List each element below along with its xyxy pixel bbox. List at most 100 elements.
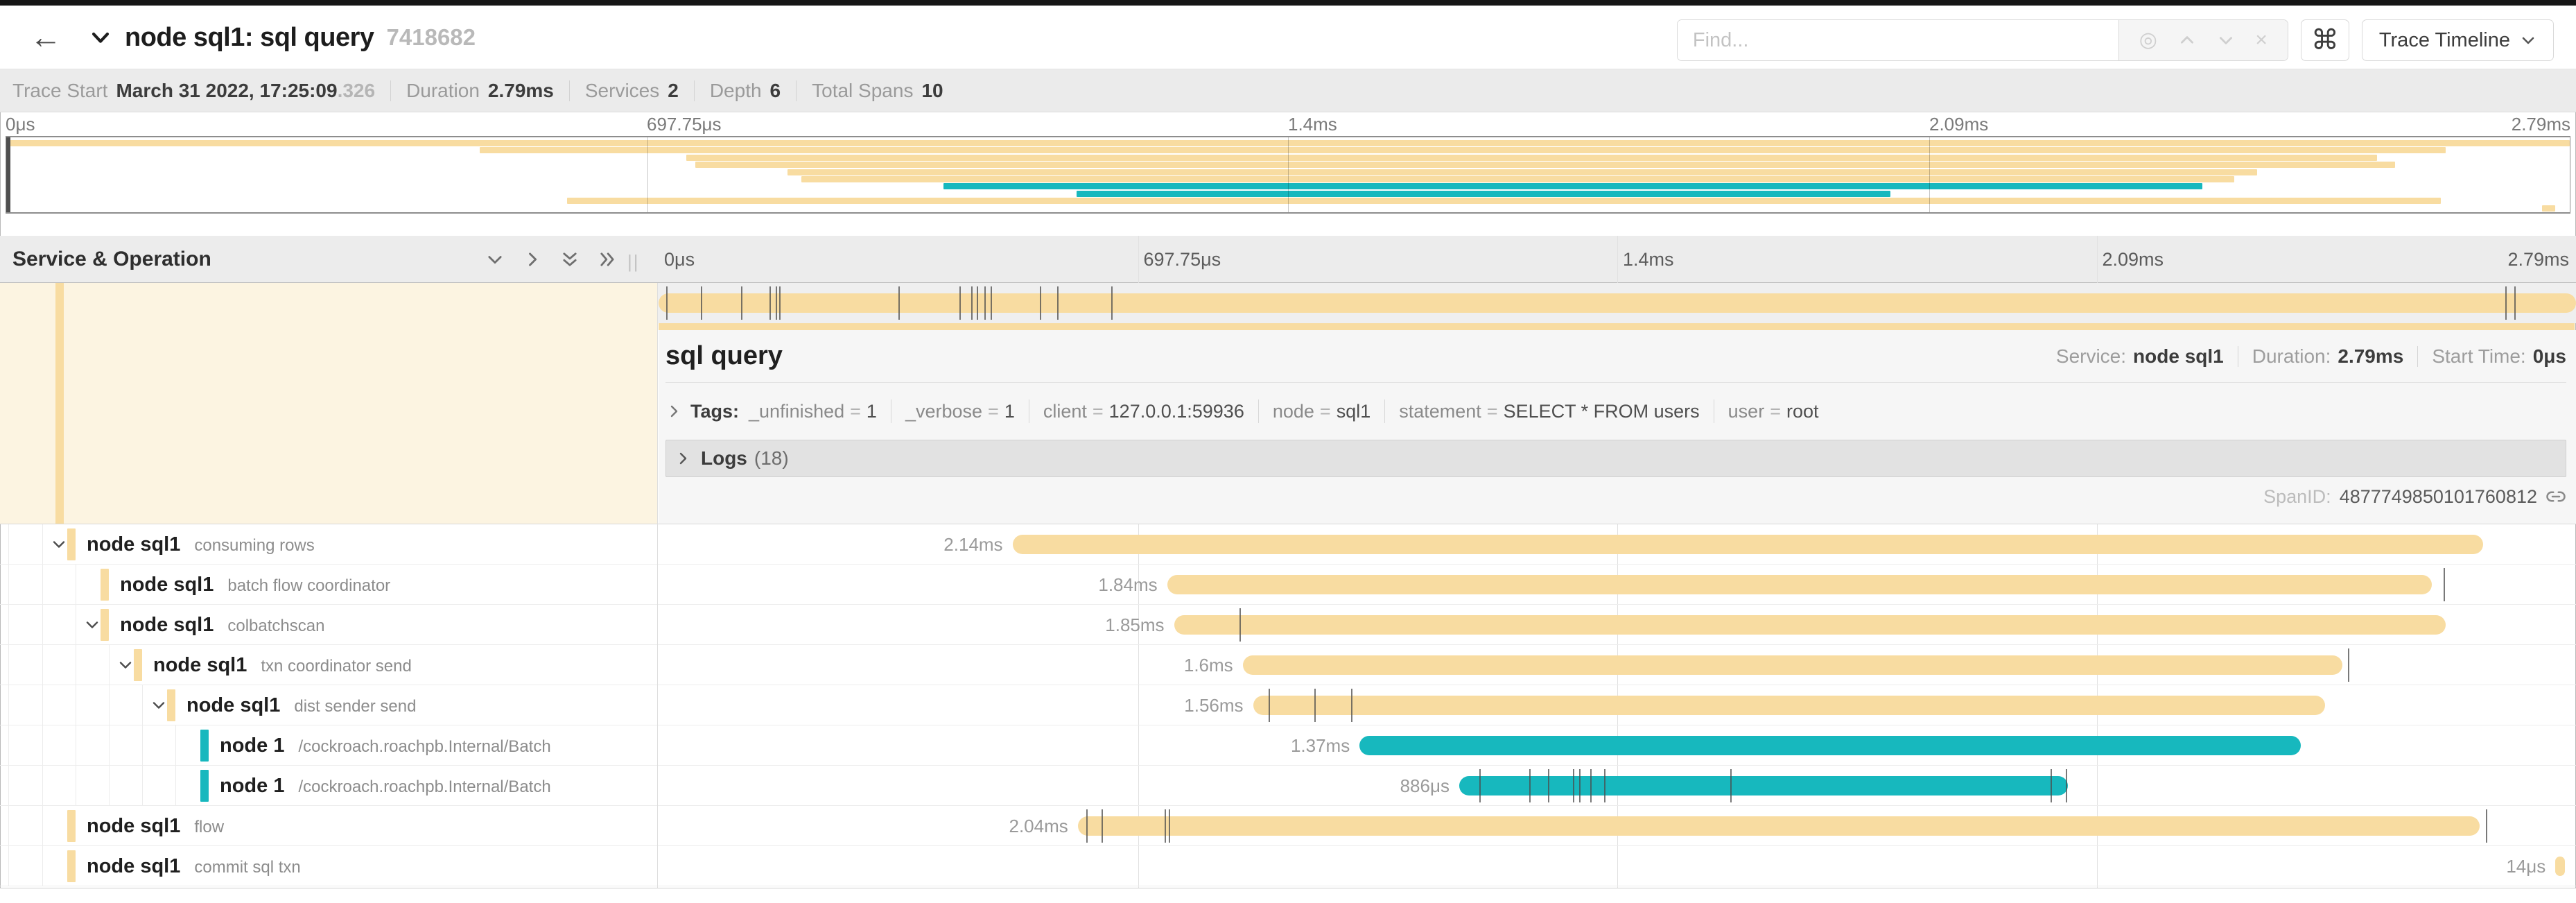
minimap-scrubber-handle[interactable] <box>6 137 10 212</box>
span-bar[interactable] <box>1459 776 2068 796</box>
locate-icon[interactable]: ◎ <box>2139 30 2157 51</box>
span-color-bar <box>67 850 76 882</box>
tree-row-txn-coordinator-send[interactable]: node sql1txn coordinator send <box>0 645 657 685</box>
span-bar-row[interactable]: 886μs <box>659 766 2576 805</box>
tags-accordion[interactable]: Tags: _unfinished=1_verbose=1client=127.… <box>665 383 2566 440</box>
expand-all-icon[interactable] <box>598 250 617 269</box>
span-row: node sql1consuming rows 2.14ms <box>0 524 2576 565</box>
span-color-bar <box>101 609 109 641</box>
tree-row-flow[interactable]: node sql1flow <box>0 806 657 845</box>
span-bar[interactable] <box>2555 857 2565 876</box>
log-tick-mark <box>2514 286 2516 320</box>
log-tick-mark <box>2486 809 2487 843</box>
tree-chevron-down-icon[interactable] <box>117 657 134 673</box>
log-tick-mark <box>959 286 961 320</box>
span-duration-label: 2.14ms <box>943 524 1012 565</box>
tree-row-consuming-rows[interactable]: node sql1consuming rows <box>0 524 657 564</box>
timeline-ruler-tick: 2.79ms <box>2507 236 2569 283</box>
logs-accordion[interactable]: Logs (18) <box>665 440 2566 477</box>
span-bar-row[interactable]: 1.56ms <box>659 685 2576 725</box>
operation-name: consuming rows <box>194 536 314 555</box>
service-name: node 1/cockroach.roachpb.Internal/Batch <box>220 725 551 767</box>
span-color-bar <box>200 770 209 802</box>
span-bar-row[interactable]: 1.6ms <box>659 645 2576 685</box>
log-tick-mark <box>769 286 771 320</box>
trace-minimap[interactable] <box>6 136 2570 214</box>
span-bar-row[interactable]: 2.14ms <box>659 524 2576 564</box>
tree-chevron-down-icon[interactable] <box>84 617 101 633</box>
log-tick-mark <box>1111 286 1113 320</box>
expand-one-icon[interactable] <box>523 250 542 269</box>
log-tick-mark <box>1102 809 1103 843</box>
service-name: node sql1batch flow coordinator <box>120 565 390 606</box>
detail-panel-left-tint <box>0 283 657 524</box>
span-duration-label: 14μs <box>2506 846 2555 886</box>
span-bar-row[interactable]: 14μs <box>659 846 2576 886</box>
span-bar-row[interactable]: 1.85ms <box>659 605 2576 644</box>
minimap-span-bar <box>480 147 2446 153</box>
collapse-one-icon[interactable] <box>485 250 505 269</box>
span-bar-row[interactable]: 2.04ms <box>659 806 2576 845</box>
log-tick-mark <box>2066 769 2067 802</box>
services-value: 2 <box>668 80 679 102</box>
span-bar[interactable] <box>1359 736 2301 755</box>
column-resize-grip[interactable]: || <box>627 251 640 273</box>
timeline-ruler-tick: 0μs <box>659 236 695 283</box>
log-tick-mark <box>984 286 986 320</box>
minimap-span-bar <box>1077 191 1890 197</box>
operation-name: dist sender send <box>294 697 416 716</box>
span-bar[interactable] <box>1167 575 2432 594</box>
span-color-bar <box>67 528 76 560</box>
tree-row-dist-sender-send[interactable]: node sql1dist sender send <box>0 685 657 725</box>
tree-row--cockroach-roachpb-internal-batch[interactable]: node 1/cockroach.roachpb.Internal/Batch <box>0 766 657 805</box>
collapse-all-icon[interactable] <box>560 250 580 269</box>
log-tick-mark <box>898 286 900 320</box>
span-bar-row[interactable]: 1.37ms <box>659 725 2576 765</box>
minimap-ruler-tick: 697.75μs <box>647 114 722 135</box>
duration-label: Duration <box>406 80 480 102</box>
log-tick-mark <box>1573 769 1574 802</box>
trace-header: ← node sql1: sql query 7418682 ◎ × <box>0 6 2576 69</box>
log-tick-mark <box>666 286 668 320</box>
tree-row--cockroach-roachpb-internal-batch[interactable]: node 1/cockroach.roachpb.Internal/Batch <box>0 725 657 765</box>
span-bar[interactable] <box>1078 816 2480 836</box>
find-next-icon[interactable] <box>2217 31 2235 49</box>
span-bar[interactable] <box>1253 696 2326 715</box>
tree-row-batch-flow-coordinator[interactable]: node sql1batch flow coordinator <box>0 565 657 604</box>
find-nav-controls: ◎ × <box>2118 20 2288 60</box>
tree-chevron-down-icon[interactable] <box>51 536 67 553</box>
log-tick-mark <box>2051 769 2052 802</box>
span-bar[interactable] <box>659 293 2576 313</box>
log-tick-mark <box>779 286 781 320</box>
span-bar[interactable] <box>1243 655 2342 675</box>
keyboard-shortcuts-button[interactable]: ⌘ <box>2301 19 2349 61</box>
span-bar[interactable] <box>1013 535 2484 554</box>
find-prev-icon[interactable] <box>2178 31 2196 49</box>
find-clear-icon[interactable]: × <box>2255 30 2268 51</box>
chevron-right-icon <box>675 450 691 467</box>
tag-item-_unfinished: _unfinished=1 <box>749 401 877 422</box>
service-name: node sql1flow <box>87 806 224 848</box>
log-tick-mark <box>701 286 702 320</box>
back-button[interactable]: ← <box>24 21 68 54</box>
span-color-bar <box>55 283 64 524</box>
depth-label: Depth <box>710 80 762 102</box>
log-tick-mark <box>1314 689 1316 722</box>
span-color-bar <box>67 810 76 842</box>
view-selector-button[interactable]: Trace Timeline <box>2362 19 2554 61</box>
copy-link-icon[interactable] <box>2545 486 2566 507</box>
tree-row-colbatchscan[interactable]: node sql1colbatchscan <box>0 605 657 644</box>
operation-name: txn coordinator send <box>261 657 411 676</box>
operation-name: flow <box>194 818 224 836</box>
span-bar-row[interactable]: 1.84ms <box>659 565 2576 604</box>
tree-row-commit-sql-txn[interactable]: node sql1commit sql txn <box>0 846 657 886</box>
find-input[interactable] <box>1678 20 2118 60</box>
tree-chevron-down-icon[interactable] <box>150 697 167 714</box>
span-duration-label: 1.56ms <box>1184 685 1253 725</box>
trace-id: 7418682 <box>387 24 476 51</box>
span-row: node sql1batch flow coordinator 1.84ms <box>0 565 2576 605</box>
span-bar[interactable] <box>1174 615 2446 635</box>
span-duration-label: 2.04ms <box>1009 806 1077 846</box>
span-bar-row[interactable] <box>659 283 2576 323</box>
collapse-trace-chevron-icon[interactable] <box>89 26 112 49</box>
